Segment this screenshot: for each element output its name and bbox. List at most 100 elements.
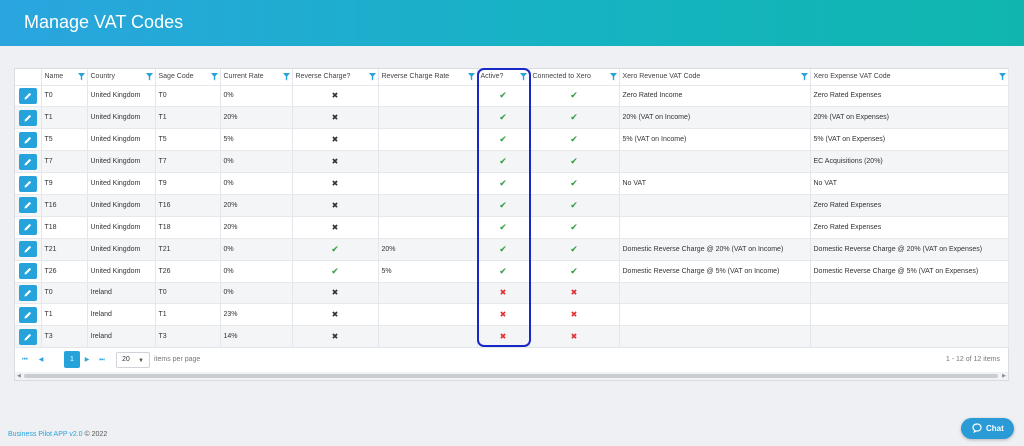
country-cell: United Kingdom xyxy=(87,172,156,195)
table-row: T18 United Kingdom T18 20% ✖ ✔ ✔ Zero Rated Exp… xyxy=(15,216,1009,239)
edit-cell xyxy=(15,106,42,130)
sage-code-cell: T7 xyxy=(155,150,221,174)
check-icon: ✔ xyxy=(499,134,507,145)
footer: Business Pilot APP v2.0 © 2022 xyxy=(8,431,107,438)
column-header[interactable]: Name xyxy=(41,69,88,86)
scroll-right-icon[interactable]: ▶ xyxy=(1002,373,1006,379)
check-icon: ✔ xyxy=(570,112,578,123)
column-header[interactable]: Xero Expense VAT Code xyxy=(810,69,1009,86)
filter-icon[interactable] xyxy=(282,73,290,81)
table-row: T7 United Kingdom T7 0% ✖ ✔ ✔ EC Acquisitions (… xyxy=(15,150,1009,174)
column-header[interactable]: Reverse Charge Rate xyxy=(378,69,478,86)
check-icon: ✔ xyxy=(570,243,578,254)
check-icon: ✔ xyxy=(499,178,507,188)
edit-button[interactable] xyxy=(18,153,37,170)
column-header[interactable]: Current Rate xyxy=(220,69,293,86)
check-icon: ✔ xyxy=(570,90,578,101)
check-icon: ✔ xyxy=(499,243,507,254)
xero-expense-code-cell xyxy=(810,303,1009,327)
cross-icon: ✖ xyxy=(570,288,578,298)
connected-to-xero-cell: ✖ xyxy=(529,325,620,349)
footer-copyright: © 2022 xyxy=(82,431,108,438)
cross-icon: ✖ xyxy=(331,113,339,123)
edit-cell xyxy=(15,150,42,174)
check-icon: ✔ xyxy=(570,134,578,145)
next-page-button[interactable]: ▶ xyxy=(81,353,93,367)
name-cell: T16 xyxy=(41,194,88,217)
chat-label: Chat xyxy=(986,424,1004,433)
country-cell: United Kingdom xyxy=(87,106,156,130)
sage-code-cell: T0 xyxy=(155,85,221,108)
edit-button[interactable] xyxy=(18,109,37,126)
edit-button[interactable] xyxy=(18,328,37,345)
last-page-button[interactable]: ⏭ xyxy=(96,353,108,367)
xero-expense-code-cell: Domestic Reverse Charge @ 5% (VAT on Exp… xyxy=(810,260,1009,283)
edit-button[interactable] xyxy=(18,263,37,280)
column-header-label: Connected to Xero xyxy=(532,73,591,81)
table-row: T5 United Kingdom T5 5% ✖ ✔ ✔ 5% (VAT on Income… xyxy=(15,128,1009,152)
reverse-charge-cell: ✖ xyxy=(292,150,379,174)
column-header[interactable]: Connected to Xero xyxy=(529,69,620,86)
vat-codes-grid: Name Country Sage Code Current Rate Reverse … xyxy=(14,68,1009,381)
reverse-charge-cell: ✔ xyxy=(292,238,379,261)
edit-button[interactable] xyxy=(18,241,37,258)
edit-button[interactable] xyxy=(18,197,37,214)
xero-expense-code-cell: Zero Rated Expenses xyxy=(810,194,1009,217)
chat-button[interactable]: Chat xyxy=(961,418,1014,439)
filter-icon[interactable] xyxy=(998,73,1006,81)
scrollbar-thumb[interactable] xyxy=(24,374,998,378)
column-header[interactable]: Xero Revenue VAT Code xyxy=(619,69,811,86)
edit-button[interactable] xyxy=(18,284,37,301)
pager-count: 1 - 12 of 12 items xyxy=(945,356,1000,363)
edit-cell xyxy=(15,85,42,108)
column-header[interactable]: Reverse Charge? xyxy=(292,69,379,86)
chat-bubble-icon xyxy=(972,423,982,433)
filter-icon[interactable] xyxy=(77,73,85,81)
page-size-select[interactable]: 20 ▼ xyxy=(116,352,150,368)
filter-icon[interactable] xyxy=(609,73,617,81)
cross-icon: ✖ xyxy=(331,222,339,232)
table-row: T0 United Kingdom T0 0% ✖ ✔ ✔ Zero Rated Income… xyxy=(15,85,1009,108)
edit-button[interactable] xyxy=(18,131,37,148)
prev-page-button[interactable]: ◀ xyxy=(35,353,47,367)
edit-button[interactable] xyxy=(18,219,37,236)
edit-button[interactable] xyxy=(18,175,37,192)
current-rate-cell: 5% xyxy=(220,128,293,152)
filter-icon[interactable] xyxy=(519,73,527,81)
filter-icon[interactable] xyxy=(210,73,218,81)
reverse-charge-rate-cell xyxy=(378,172,478,195)
scroll-left-icon[interactable]: ◀ xyxy=(17,373,21,379)
connected-to-xero-cell: ✔ xyxy=(529,194,620,217)
active-cell: ✔ xyxy=(477,216,530,239)
xero-revenue-code-cell xyxy=(619,150,811,174)
filter-icon[interactable] xyxy=(145,73,153,81)
column-header[interactable]: Active? xyxy=(477,69,530,86)
footer-brand-link[interactable]: Business Pilot APP v2.0 xyxy=(8,431,83,438)
cross-icon: ✖ xyxy=(331,157,339,167)
cross-icon: ✖ xyxy=(331,135,339,145)
cross-icon: ✖ xyxy=(570,332,578,342)
xero-expense-code-cell: 20% (VAT on Expenses) xyxy=(810,106,1009,130)
horizontal-scrollbar[interactable]: ◀ ▶ xyxy=(15,372,1008,380)
table-row: T9 United Kingdom T9 0% ✖ ✔ ✔ No VAT No VAT xyxy=(15,172,1009,195)
check-icon: ✔ xyxy=(570,221,578,232)
active-cell: ✔ xyxy=(477,238,530,261)
connected-to-xero-cell: ✔ xyxy=(529,172,620,195)
cross-icon: ✖ xyxy=(331,200,339,210)
reverse-charge-rate-cell xyxy=(378,282,478,305)
column-header[interactable]: Country xyxy=(87,69,156,86)
column-header-label: Xero Expense VAT Code xyxy=(813,73,891,81)
edit-button[interactable] xyxy=(18,306,37,323)
name-cell: T21 xyxy=(41,238,88,261)
filter-icon[interactable] xyxy=(467,73,475,81)
reverse-charge-cell: ✖ xyxy=(292,216,379,239)
edit-button[interactable] xyxy=(18,87,37,104)
column-header[interactable]: Sage Code xyxy=(155,69,221,86)
country-cell: United Kingdom xyxy=(87,238,156,261)
filter-icon[interactable] xyxy=(800,73,808,81)
current-page-button[interactable]: 1 xyxy=(64,351,80,368)
xero-revenue-code-cell xyxy=(619,216,811,239)
filter-icon[interactable] xyxy=(368,73,376,81)
first-page-button[interactable]: ⏮ xyxy=(19,353,31,367)
name-cell: T1 xyxy=(41,303,88,327)
